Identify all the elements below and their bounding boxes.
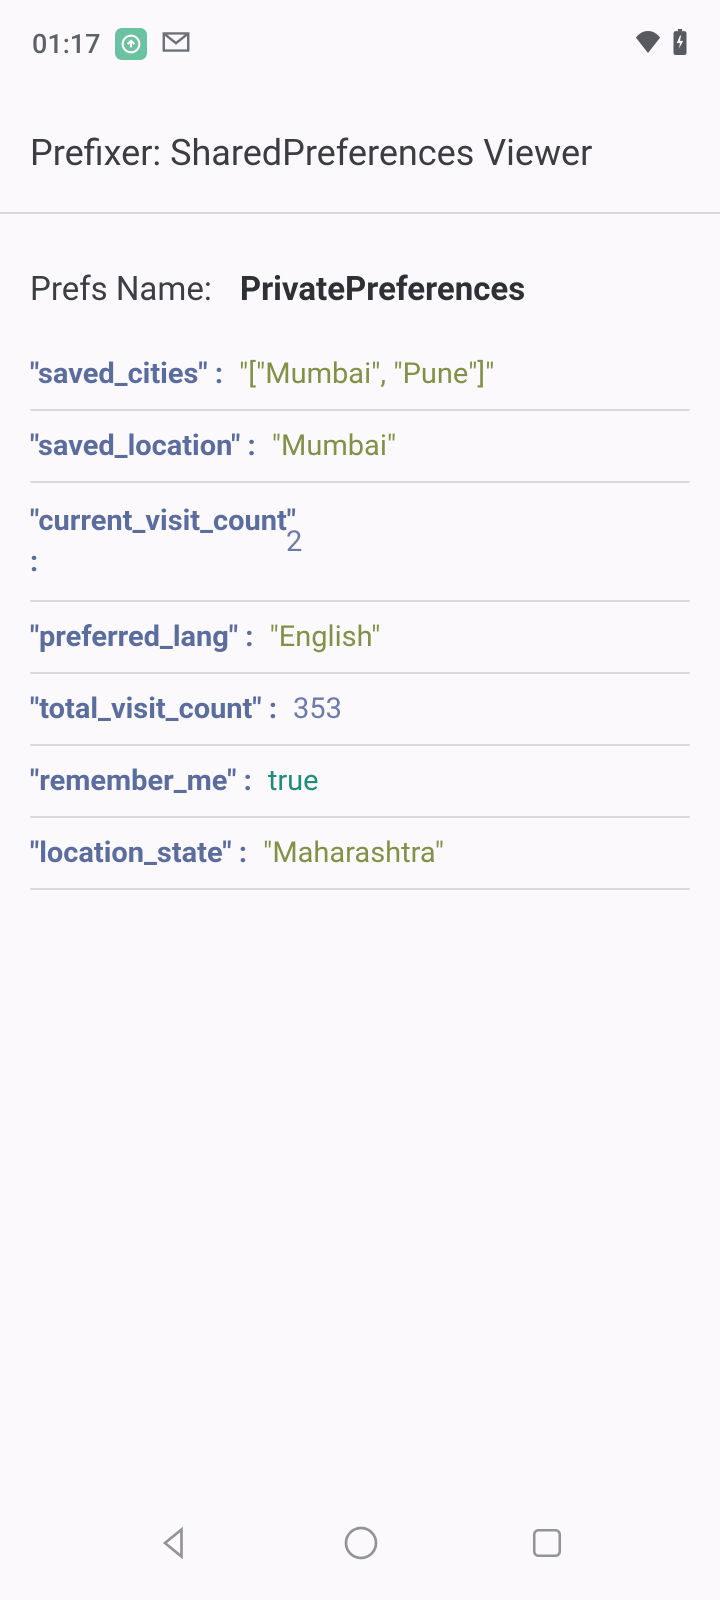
pref-row[interactable]: "preferred_lang" : "English" (30, 602, 690, 674)
pref-key: "saved_location" : (30, 429, 256, 463)
nav-bar (0, 1510, 720, 1600)
wifi-icon (634, 31, 662, 57)
pref-value: 2 (286, 525, 302, 559)
pref-key: "total_visit_count" : (30, 692, 277, 726)
status-time: 01:17 (32, 28, 101, 60)
pref-key: "preferred_lang" : (30, 620, 253, 654)
pref-value: "["Mumbai", "Pune"]" (239, 357, 494, 391)
pref-key: "current_visit_count" : (30, 501, 270, 582)
pref-row[interactable]: "total_visit_count" : 353 (30, 674, 690, 746)
pref-key: "location_state" : (30, 836, 247, 870)
pref-row[interactable]: "location_state" : "Maharashtra" (30, 818, 690, 890)
upload-app-icon (115, 28, 147, 60)
pref-row[interactable]: "current_visit_count" : 2 (30, 483, 690, 602)
pref-row[interactable]: "remember_me" : true (30, 746, 690, 818)
pref-key: "saved_cities" : (30, 357, 223, 391)
status-left: 01:17 (32, 28, 191, 60)
back-icon[interactable] (156, 1525, 192, 1565)
prefs-label: Prefs Name: (30, 270, 212, 309)
app-header: Prefixer: SharedPreferences Viewer (0, 80, 720, 214)
pref-value: "Mumbai" (272, 429, 396, 463)
pref-row[interactable]: "saved_cities" : "["Mumbai", "Pune"]" (30, 339, 690, 411)
pref-value: "English" (269, 620, 380, 654)
status-right (634, 29, 688, 59)
app-title: Prefixer: SharedPreferences Viewer (30, 132, 690, 174)
home-icon[interactable] (343, 1525, 379, 1565)
pref-value: "Maharashtra" (263, 836, 444, 870)
recent-apps-icon[interactable] (530, 1526, 564, 1564)
prefs-header: Prefs Name: PrivatePreferences (0, 214, 720, 339)
prefs-list: "saved_cities" : "["Mumbai", "Pune"]" "s… (0, 339, 720, 890)
status-bar: 01:17 (0, 0, 720, 80)
battery-charging-icon (672, 29, 688, 59)
pref-value: 353 (293, 692, 342, 726)
prefs-name: PrivatePreferences (240, 270, 525, 309)
gmail-icon (161, 31, 191, 57)
pref-key: "remember_me" : (30, 764, 252, 798)
pref-value: true (268, 764, 319, 798)
pref-row[interactable]: "saved_location" : "Mumbai" (30, 411, 690, 483)
